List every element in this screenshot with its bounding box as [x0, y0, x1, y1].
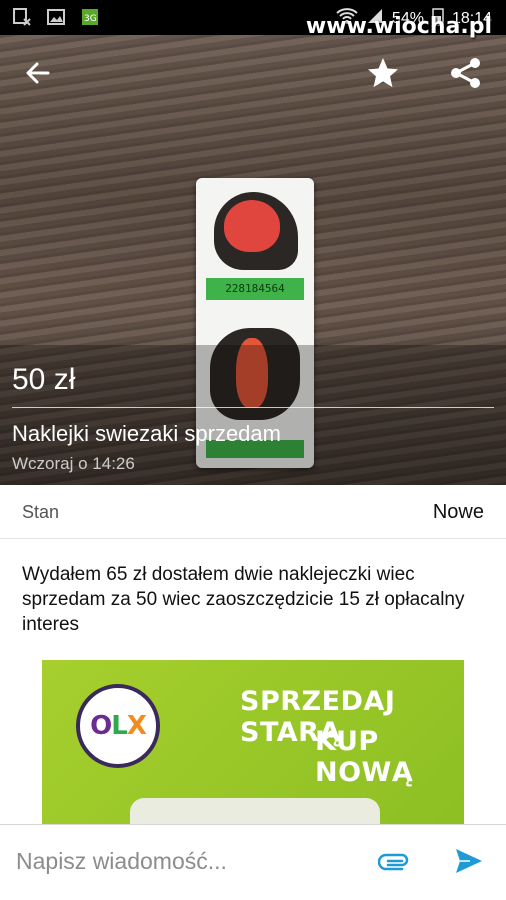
notification-icons: 3G: [12, 7, 100, 27]
strawberry-character: [224, 200, 280, 252]
image-icon: [46, 7, 66, 27]
olx-logo-l: L: [111, 711, 128, 741]
divider: [12, 407, 494, 408]
send-button[interactable]: [451, 845, 487, 881]
action-bar: [0, 35, 506, 115]
share-button[interactable]: [446, 55, 486, 95]
listing-date: Wczoraj o 14:26: [12, 454, 135, 473]
listing-price: 50 zł: [12, 363, 76, 396]
sticker-code: 228184564: [206, 278, 304, 300]
sim-icon: [12, 7, 32, 27]
listing-description: Wydałem 65 zł dostałem dwie naklejeczki …: [22, 564, 465, 635]
olx-logo-o: O: [90, 711, 112, 741]
attach-icon: [377, 851, 410, 876]
condition-label: Stan: [22, 502, 60, 522]
olx-logo: OLX: [76, 684, 160, 768]
back-arrow-icon: [24, 59, 52, 92]
watermark: www.wiocha.pl: [305, 14, 492, 39]
favorite-button[interactable]: [363, 55, 403, 95]
condition-row: Stan Nowe: [0, 485, 506, 539]
condition-value: Nowe: [432, 501, 484, 523]
banner-subheadline: KUP NOWĄ: [315, 726, 414, 788]
message-input[interactable]: [16, 839, 346, 883]
attach-button[interactable]: [376, 845, 412, 881]
listing-title: Naklejki swiezaki sprzedam: [12, 421, 281, 446]
message-bar: [0, 824, 506, 900]
share-icon: [449, 56, 483, 95]
olx-banner[interactable]: OLX SPRZEDAJ STARĄ KUP NOWĄ: [42, 660, 464, 830]
svg-text:3G: 3G: [84, 14, 97, 24]
screen: 3G 54% 18:14 www.wiocha.pl 228184564 50 …: [0, 0, 506, 900]
star-icon: [365, 55, 401, 96]
back-button[interactable]: [18, 55, 58, 95]
network-3g-icon: 3G: [80, 7, 100, 27]
listing-header-overlay: 50 zł Naklejki swiezaki sprzedam Wczoraj…: [0, 345, 506, 485]
olx-logo-x: X: [126, 711, 147, 741]
send-icon: [455, 848, 483, 879]
